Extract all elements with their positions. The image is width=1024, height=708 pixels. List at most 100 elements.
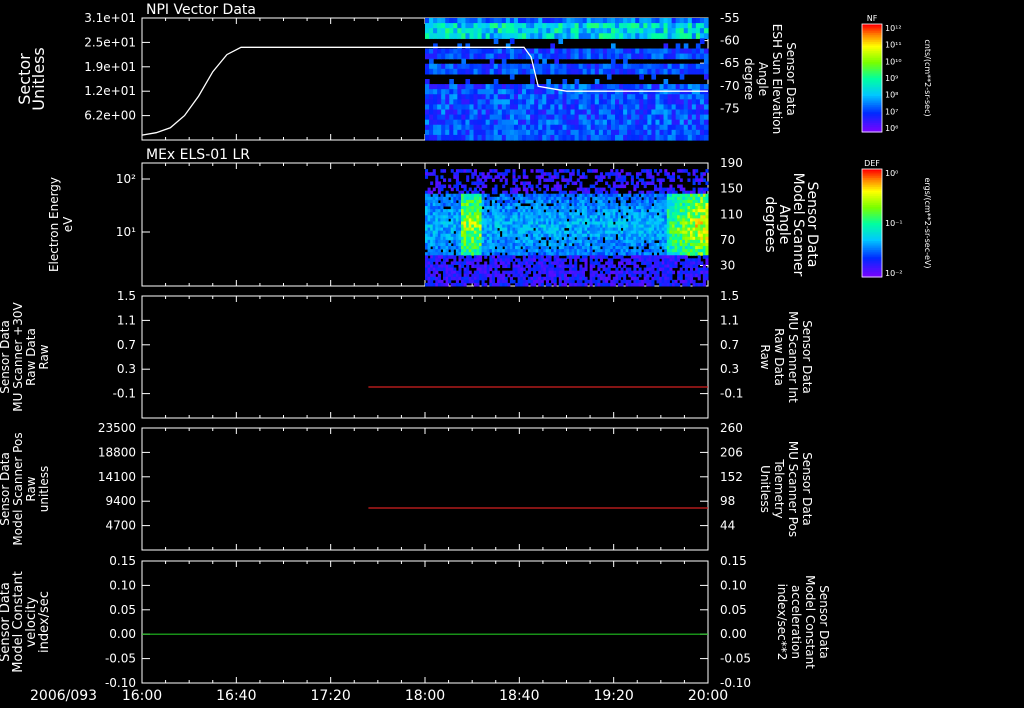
spectrogram-cell bbox=[651, 190, 655, 195]
spectrogram-cell bbox=[545, 279, 549, 284]
spectrogram-cell bbox=[425, 109, 430, 116]
spectrogram-cell bbox=[635, 63, 640, 70]
spectrogram-cell bbox=[486, 193, 490, 198]
spectrogram-cell bbox=[683, 48, 689, 55]
spectrogram-cell bbox=[458, 273, 462, 278]
spectrogram-cell bbox=[620, 181, 624, 186]
spectrogram-cell bbox=[538, 134, 543, 141]
spectrogram-cell bbox=[515, 178, 519, 182]
spectrogram-cell bbox=[647, 124, 652, 131]
spectrogram-cell bbox=[522, 23, 527, 29]
spectrogram-cell bbox=[542, 94, 547, 100]
spectrogram-cell bbox=[606, 63, 612, 70]
spectrogram-cell bbox=[522, 255, 526, 259]
spectrogram-cell bbox=[691, 28, 697, 34]
spectrogram-cell bbox=[651, 239, 655, 244]
spectrogram-cell bbox=[465, 23, 471, 29]
spectrogram-cell bbox=[623, 124, 628, 131]
spectrogram-cell bbox=[548, 282, 552, 287]
spectrogram-cell bbox=[486, 270, 490, 275]
spectrogram-cell bbox=[679, 99, 685, 106]
spectrogram-cell bbox=[554, 58, 560, 65]
spectrogram-cell bbox=[457, 53, 462, 60]
spectrogram-cell bbox=[554, 53, 560, 60]
spectrogram-cell bbox=[679, 134, 685, 141]
spectrogram-cell bbox=[437, 190, 441, 195]
spectrogram-cell bbox=[574, 134, 580, 141]
spectrogram-cell bbox=[504, 190, 508, 195]
spectrogram-cell bbox=[612, 236, 616, 241]
spectrogram-cell bbox=[627, 89, 632, 95]
spectrogram-cell bbox=[477, 48, 483, 55]
spectrogram-cell bbox=[445, 33, 450, 39]
spectrogram-cell bbox=[683, 33, 689, 39]
spectrogram-cell bbox=[553, 282, 557, 287]
spectrogram-cell bbox=[481, 18, 487, 24]
spectrogram-cell bbox=[491, 246, 495, 250]
spectrogram-cell bbox=[465, 129, 471, 136]
spectrogram-cell bbox=[598, 33, 604, 39]
spectrogram-cell bbox=[425, 134, 430, 141]
spectrogram-cell bbox=[566, 169, 570, 173]
spectrogram-cell bbox=[663, 119, 669, 126]
spectrogram-cell bbox=[590, 68, 596, 75]
spectrogram-cell bbox=[675, 53, 681, 60]
spectrogram-cell bbox=[683, 129, 689, 136]
spectrogram-cell bbox=[437, 18, 442, 24]
spectrogram-cell bbox=[566, 33, 572, 39]
spectrogram-cell bbox=[651, 134, 657, 141]
spectrogram-cell bbox=[517, 89, 523, 95]
spectrogram-cell bbox=[441, 84, 446, 90]
spectrogram-cell bbox=[623, 129, 628, 136]
spectrogram-cell bbox=[602, 114, 608, 121]
spectrogram-cell bbox=[546, 99, 551, 106]
spectrogram-cell bbox=[453, 109, 458, 116]
spectrogram-cell bbox=[590, 104, 596, 111]
spectrogram-cell bbox=[667, 28, 673, 34]
spectrogram-cell bbox=[594, 33, 600, 39]
spectrogram-cell bbox=[538, 178, 542, 182]
spectrogram-cell bbox=[663, 84, 669, 90]
spectrogram-cell bbox=[522, 104, 527, 111]
y-axis-label-left: MU Scanner +30V bbox=[11, 302, 25, 412]
spectrogram-cell bbox=[607, 276, 611, 281]
spectrogram-cell bbox=[433, 43, 438, 50]
spectrogram-cell bbox=[620, 169, 624, 173]
spectrogram-cell bbox=[606, 119, 612, 126]
spectrogram-cell bbox=[594, 99, 600, 106]
spectrogram-cell bbox=[579, 279, 583, 284]
spectrogram-cell bbox=[448, 279, 452, 284]
spectrogram-cell bbox=[526, 94, 531, 100]
spectrogram-cell bbox=[663, 99, 669, 106]
spectrogram-cell bbox=[533, 190, 537, 195]
spectrogram-cell bbox=[675, 129, 681, 136]
spectrogram-cell bbox=[635, 109, 640, 116]
spectrogram-cell bbox=[692, 190, 696, 195]
spectrogram-cell bbox=[639, 63, 644, 70]
spectrogram-cell bbox=[476, 175, 480, 179]
spectrogram-cell bbox=[534, 53, 539, 60]
spectrogram-cell bbox=[563, 184, 567, 189]
spectrogram-cell bbox=[542, 109, 547, 116]
spectrogram-cell bbox=[561, 193, 565, 198]
spectrogram-cell bbox=[432, 169, 436, 173]
spectrogram-cell bbox=[594, 28, 600, 34]
spectrogram-cell bbox=[501, 89, 507, 95]
spectrogram-cell bbox=[468, 255, 472, 259]
spectrogram-cell bbox=[513, 94, 519, 100]
spectrogram-cell bbox=[437, 84, 442, 90]
spectrogram-cell bbox=[643, 184, 647, 189]
spectrogram-cell bbox=[584, 282, 588, 287]
spectrogram-cell bbox=[584, 276, 588, 281]
spectrogram-cell bbox=[699, 38, 705, 45]
spectrogram-cell bbox=[623, 264, 627, 269]
spectrogram-cell bbox=[554, 68, 560, 75]
spectrogram-cell bbox=[437, 94, 442, 100]
spectrogram-cell bbox=[477, 53, 483, 60]
spectrogram-cell bbox=[489, 58, 495, 65]
spectrogram-cell bbox=[542, 89, 547, 95]
spectrogram-cell bbox=[566, 181, 570, 186]
spectrogram-cell bbox=[643, 242, 647, 247]
spectrogram-cell bbox=[667, 119, 673, 126]
spectrogram-cell bbox=[659, 119, 665, 126]
